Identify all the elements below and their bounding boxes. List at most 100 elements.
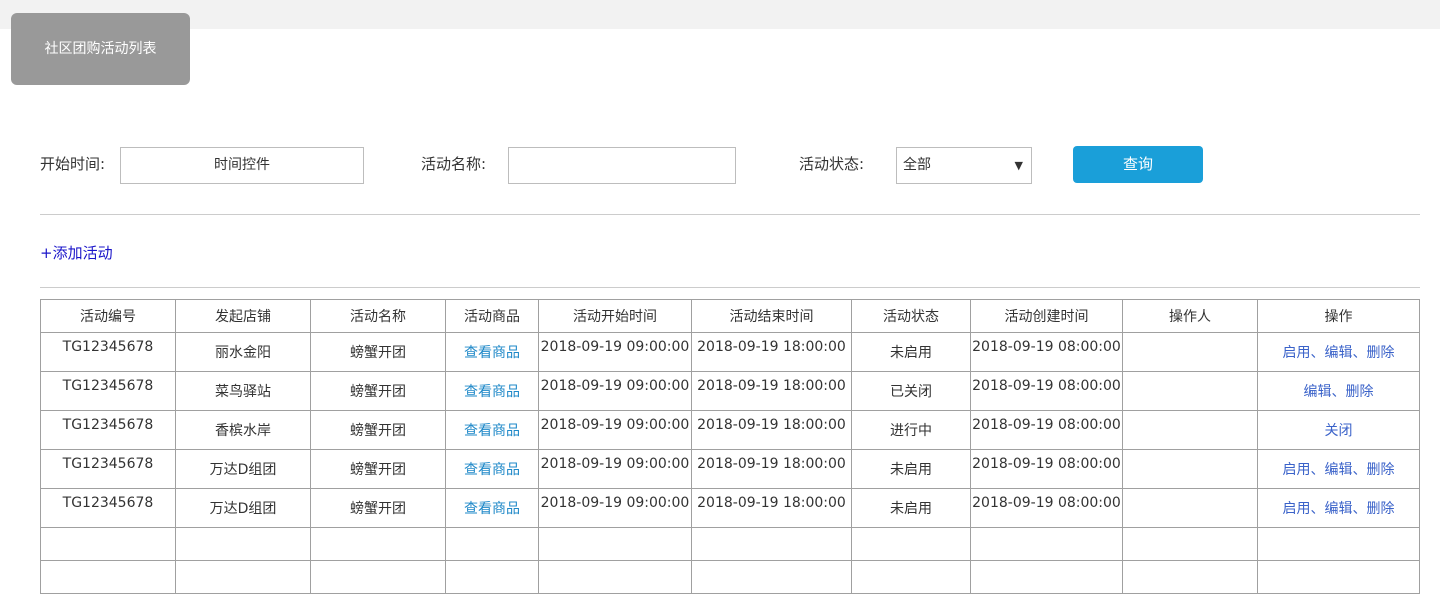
table-row: TG12345678 丽水金阳 螃蟹开团 查看商品 2018-09-19 09:00:0… (40, 332, 1420, 372)
cell-operator (1122, 449, 1258, 489)
empty-cell (538, 560, 692, 594)
cell-store: 菜鸟驿站 (175, 371, 311, 411)
empty-cell (1122, 527, 1258, 561)
cell-activity-id: TG12345678 (40, 332, 176, 372)
activity-table: 活动编号 发起店铺 活动名称 活动商品 活动开始时间 活动结束时间 活动状态 活动创建时间 操作… (40, 299, 1420, 594)
cell-created-time: 2018-09-19 08:00:00 (970, 488, 1123, 528)
cell-view-products-link[interactable]: 查看商品 (445, 449, 539, 489)
empty-cell (445, 560, 539, 594)
cell-actions[interactable]: 启用、编辑、删除 (1257, 488, 1420, 528)
cell-view-products-link[interactable]: 查看商品 (445, 332, 539, 372)
table-row-empty (40, 527, 1420, 561)
empty-cell (310, 527, 446, 561)
cell-activity-id: TG12345678 (40, 449, 176, 489)
cell-actions[interactable]: 关闭 (1257, 410, 1420, 450)
cell-start-time: 2018-09-19 09:00:00 (538, 449, 692, 489)
tab-activity-list[interactable]: 社区团购活动列表 (11, 13, 190, 85)
header-end-time: 活动结束时间 (691, 299, 852, 333)
activity-name-input[interactable] (508, 147, 736, 184)
cell-status: 进行中 (851, 410, 971, 450)
cell-end-time: 2018-09-19 18:00:00 (691, 449, 852, 489)
cell-activity-name: 螃蟹开团 (310, 371, 446, 411)
empty-cell (175, 527, 311, 561)
cell-operator (1122, 410, 1258, 450)
cell-activity-name: 螃蟹开团 (310, 332, 446, 372)
cell-status: 未启用 (851, 488, 971, 528)
header-products: 活动商品 (445, 299, 539, 333)
empty-cell (851, 527, 971, 561)
cell-actions[interactable]: 启用、编辑、删除 (1257, 332, 1420, 372)
table-row-empty (40, 560, 1420, 594)
query-button[interactable]: 查询 (1073, 146, 1203, 183)
status-selected-value: 全部 (903, 157, 931, 173)
cell-view-products-link[interactable]: 查看商品 (445, 410, 539, 450)
cell-activity-id: TG12345678 (40, 488, 176, 528)
empty-cell (1257, 527, 1420, 561)
cell-end-time: 2018-09-19 18:00:00 (691, 410, 852, 450)
cell-created-time: 2018-09-19 08:00:00 (970, 332, 1123, 372)
cell-status: 已关闭 (851, 371, 971, 411)
table-row: TG12345678 菜鸟驿站 螃蟹开团 查看商品 2018-09-19 09:00:0… (40, 371, 1420, 411)
header-status: 活动状态 (851, 299, 971, 333)
divider-top (40, 214, 1420, 215)
empty-cell (40, 560, 176, 594)
cell-created-time: 2018-09-19 08:00:00 (970, 449, 1123, 489)
cell-activity-name: 螃蟹开团 (310, 449, 446, 489)
start-time-input[interactable]: 时间控件 (120, 147, 364, 184)
cell-start-time: 2018-09-19 09:00:00 (538, 332, 692, 372)
cell-store: 香槟水岸 (175, 410, 311, 450)
cell-created-time: 2018-09-19 08:00:00 (970, 371, 1123, 411)
header-activity-name: 活动名称 (310, 299, 446, 333)
cell-store: 万达D组团 (175, 449, 311, 489)
activity-status-select[interactable]: 全部 ▼ (896, 147, 1032, 184)
cell-start-time: 2018-09-19 09:00:00 (538, 371, 692, 411)
cell-actions[interactable]: 启用、编辑、删除 (1257, 449, 1420, 489)
cell-status: 未启用 (851, 449, 971, 489)
header-start-time: 活动开始时间 (538, 299, 692, 333)
empty-cell (1122, 560, 1258, 594)
activity-status-label: 活动状态: (799, 155, 865, 173)
table-row: TG12345678 万达D组团 螃蟹开团 查看商品 2018-09-19 09:00:… (40, 449, 1420, 489)
empty-cell (970, 560, 1123, 594)
header-created-time: 活动创建时间 (970, 299, 1123, 333)
empty-cell (445, 527, 539, 561)
empty-cell (1257, 560, 1420, 594)
empty-cell (40, 527, 176, 561)
header-operator: 操作人 (1122, 299, 1258, 333)
cell-start-time: 2018-09-19 09:00:00 (538, 410, 692, 450)
empty-cell (310, 560, 446, 594)
cell-operator (1122, 332, 1258, 372)
cell-end-time: 2018-09-19 18:00:00 (691, 371, 852, 411)
top-bar (0, 0, 1440, 29)
empty-cell (691, 527, 852, 561)
cell-status: 未启用 (851, 332, 971, 372)
cell-actions[interactable]: 编辑、删除 (1257, 371, 1420, 411)
cell-operator (1122, 488, 1258, 528)
cell-activity-name: 螃蟹开团 (310, 410, 446, 450)
table-row: TG12345678 万达D组团 螃蟹开团 查看商品 2018-09-19 09:00:… (40, 488, 1420, 528)
empty-cell (538, 527, 692, 561)
dropdown-arrow-icon: ▼ (1014, 159, 1023, 172)
cell-view-products-link[interactable]: 查看商品 (445, 488, 539, 528)
cell-end-time: 2018-09-19 18:00:00 (691, 488, 852, 528)
add-activity-link[interactable]: +添加活动 (40, 242, 113, 263)
cell-operator (1122, 371, 1258, 411)
divider-bottom (40, 287, 1420, 288)
cell-store: 万达D组团 (175, 488, 311, 528)
cell-activity-name: 螃蟹开团 (310, 488, 446, 528)
cell-end-time: 2018-09-19 18:00:00 (691, 332, 852, 372)
header-actions: 操作 (1257, 299, 1420, 333)
empty-cell (851, 560, 971, 594)
header-store: 发起店铺 (175, 299, 311, 333)
empty-cell (175, 560, 311, 594)
table-header-row: 活动编号 发起店铺 活动名称 活动商品 活动开始时间 活动结束时间 活动状态 活动创建时间 操作… (40, 299, 1420, 333)
empty-cell (691, 560, 852, 594)
activity-name-label: 活动名称: (421, 155, 487, 173)
cell-start-time: 2018-09-19 09:00:00 (538, 488, 692, 528)
cell-created-time: 2018-09-19 08:00:00 (970, 410, 1123, 450)
cell-store: 丽水金阳 (175, 332, 311, 372)
cell-view-products-link[interactable]: 查看商品 (445, 371, 539, 411)
header-activity-id: 活动编号 (40, 299, 176, 333)
table-row: TG12345678 香槟水岸 螃蟹开团 查看商品 2018-09-19 09:00:0… (40, 410, 1420, 450)
cell-activity-id: TG12345678 (40, 371, 176, 411)
